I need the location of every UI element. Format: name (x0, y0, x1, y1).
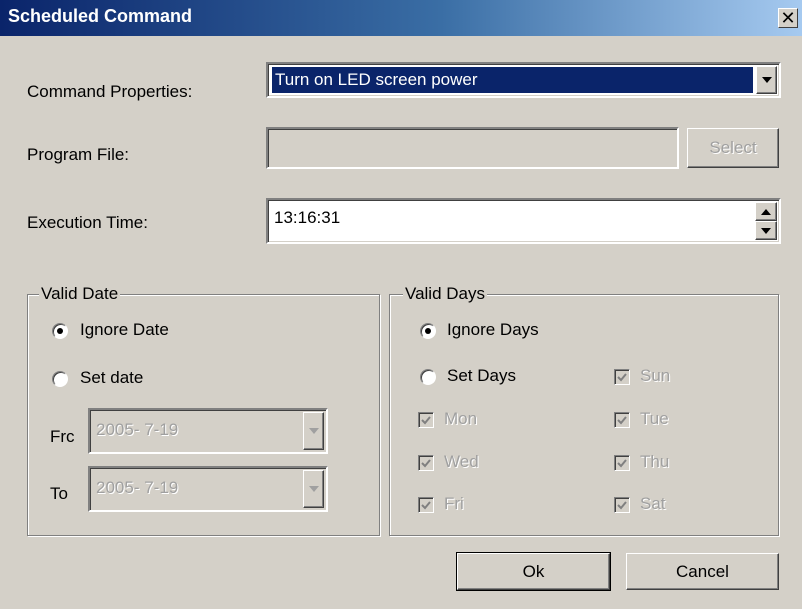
sun-label: Sun (640, 366, 671, 385)
select-button[interactable]: Select (687, 128, 779, 168)
tue-label: Tue (640, 409, 669, 428)
to-date-picker[interactable]: 2005- 7-19 (88, 466, 328, 512)
set-days-label: Set Days (447, 366, 516, 385)
execution-time-label: Execution Time: (27, 213, 148, 232)
from-date-value: 2005- 7-19 (96, 420, 179, 439)
check-icon (421, 458, 431, 467)
close-button[interactable]: ✕ (778, 8, 798, 28)
select-button-label: Select (709, 138, 757, 157)
ignore-days-label: Ignore Days (447, 320, 539, 339)
mon-checkbox[interactable] (418, 412, 434, 428)
check-icon (617, 500, 627, 509)
check-icon (421, 500, 431, 509)
to-date-label: To (50, 484, 68, 503)
chevron-down-icon (761, 227, 771, 234)
ignore-date-label: Ignore Date (80, 320, 169, 339)
check-icon (617, 415, 627, 424)
from-date-dropdown-button[interactable] (303, 412, 324, 450)
set-days-radio[interactable] (420, 369, 436, 385)
from-date-label: Frc (50, 427, 75, 446)
command-properties-value: Turn on LED screen power (272, 67, 753, 93)
program-file-field[interactable] (266, 127, 679, 169)
mon-label: Mon (444, 409, 478, 428)
fri-label: Fri (444, 494, 464, 513)
chevron-down-icon (761, 77, 772, 83)
wed-checkbox[interactable] (418, 455, 434, 471)
to-date-value: 2005- 7-19 (96, 478, 179, 497)
set-date-radio[interactable] (52, 371, 68, 387)
chevron-down-icon (308, 486, 319, 492)
ignore-days-radio[interactable] (420, 323, 436, 339)
ok-button[interactable]: Ok (456, 552, 611, 591)
close-icon: ✕ (780, 8, 796, 29)
valid-date-title: Valid Date (39, 284, 121, 304)
fri-checkbox[interactable] (418, 497, 434, 513)
to-date-dropdown-button[interactable] (303, 470, 324, 508)
command-properties-combo[interactable]: Turn on LED screen power (266, 62, 781, 98)
time-spin-up[interactable] (755, 202, 777, 221)
execution-time-field[interactable]: 13:16:31 (266, 198, 781, 244)
thu-checkbox[interactable] (614, 455, 630, 471)
set-date-label: Set date (80, 368, 144, 387)
time-spin-down[interactable] (755, 221, 777, 240)
cancel-button[interactable]: Cancel (626, 553, 779, 590)
check-icon (617, 458, 627, 467)
valid-days-title: Valid Days (403, 284, 487, 304)
radio-dot (57, 328, 63, 334)
cancel-button-label: Cancel (676, 561, 729, 581)
sat-label: Sat (640, 494, 666, 513)
program-file-label: Program File: (27, 145, 130, 164)
command-properties-dropdown-button[interactable] (756, 66, 777, 94)
command-properties-label: Command Properties: (27, 82, 193, 101)
tue-checkbox[interactable] (614, 412, 630, 428)
chevron-down-icon (308, 428, 319, 434)
sat-checkbox[interactable] (614, 497, 630, 513)
title-bar: Scheduled Command ✕ (0, 0, 802, 36)
radio-dot (425, 328, 431, 334)
execution-time-value: 13:16:31 (274, 208, 341, 227)
check-icon (617, 372, 627, 381)
check-icon (421, 415, 431, 424)
from-date-picker[interactable]: 2005- 7-19 (88, 408, 328, 454)
chevron-up-icon (761, 208, 771, 215)
sun-checkbox[interactable] (614, 369, 630, 385)
ok-button-label: Ok (522, 561, 545, 581)
thu-label: Thu (640, 452, 670, 471)
wed-label: Wed (444, 452, 479, 471)
window-title: Scheduled Command (8, 6, 193, 26)
ignore-date-radio[interactable] (52, 323, 68, 339)
